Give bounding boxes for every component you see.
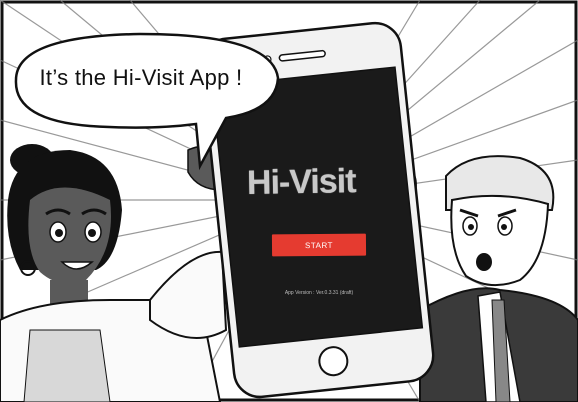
panel-artwork: [0, 0, 578, 402]
speech-bubble-text: It’s the Hi-Visit App !: [39, 65, 243, 90]
manga-panel: It’s the Hi-Visit App ! Hi-Visit START A…: [0, 0, 578, 402]
start-button[interactable]: START: [271, 233, 367, 257]
